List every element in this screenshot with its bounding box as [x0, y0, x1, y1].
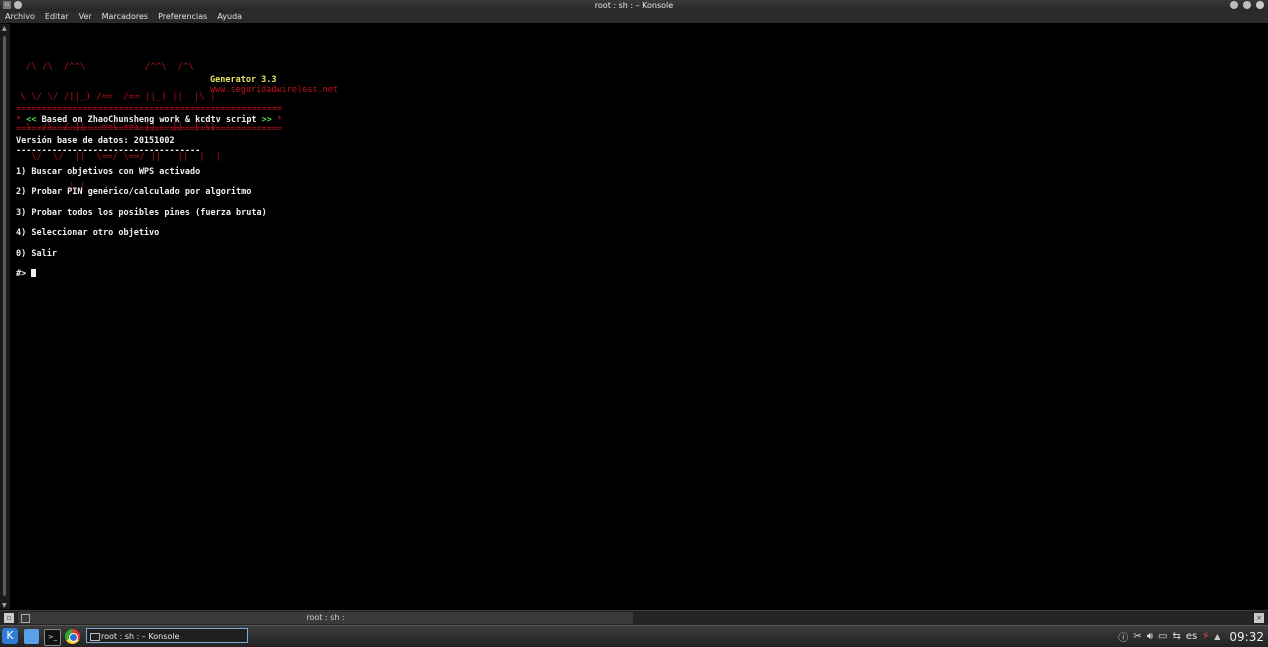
terminal-scrollbar[interactable]: ▲ ▼	[0, 24, 10, 609]
tab-root-sh[interactable]: root : sh :	[18, 612, 633, 624]
tab-bar: ▫ root : sh : ×	[0, 610, 1268, 625]
scroll-up-icon[interactable]: ▲	[2, 25, 8, 32]
task-label: root : sh : – Konsole	[101, 632, 180, 641]
terminal-launcher-icon[interactable]: >_	[44, 629, 61, 646]
file-manager-icon[interactable]	[24, 629, 39, 644]
accessibility-icon[interactable]: ⓘ	[1118, 629, 1128, 644]
close-tab-icon[interactable]: ×	[1254, 613, 1264, 623]
window-titlebar[interactable]: ▫ root : sh : – Konsole	[0, 0, 1268, 11]
battery-icon[interactable]: ⚡	[1202, 631, 1209, 642]
menu-ayuda[interactable]: Ayuda	[212, 11, 247, 23]
menu-preferencias[interactable]: Preferencias	[153, 11, 212, 23]
db-version: Versión base de datos: 20151002	[16, 136, 175, 146]
terminal-output[interactable]: /\ /\ /^^\ /^^\ /^\ \ \/ \/ /||_) /== /=…	[11, 24, 1259, 609]
network-icon[interactable]: ⇆	[1172, 631, 1180, 642]
menu-ver[interactable]: Ver	[74, 11, 97, 23]
keyboard-layout[interactable]: es	[1186, 631, 1197, 642]
chrome-icon[interactable]	[65, 629, 80, 644]
prompt: #>	[16, 269, 32, 279]
generator-version: Generator 3.3	[210, 75, 277, 85]
terminal-tab-icon	[21, 614, 30, 623]
text-cursor	[31, 269, 37, 277]
show-hidden-icons-icon[interactable]: ▲	[1214, 632, 1220, 641]
clock[interactable]: 09:32	[1229, 630, 1264, 644]
close-icon[interactable]	[1256, 1, 1264, 9]
taskbar-panel: K >_ root : sh : – Konsole ⓘ ✂ 🔊︎ ▭ ⇆ es…	[0, 625, 1268, 647]
website-url: www.seguridadwireless.net	[210, 85, 338, 95]
new-tab-icon[interactable]: ▫	[4, 613, 14, 623]
menu-bar: Archivo Editar Ver Marcadores Preferenci…	[0, 11, 1268, 23]
option-3: 3) Probar todos los posibles pines (fuer…	[16, 208, 267, 218]
menu-archivo[interactable]: Archivo	[0, 11, 40, 23]
option-4: 4) Seleccionar otro objetivo	[16, 228, 160, 238]
option-0: 0) Salir	[16, 249, 57, 259]
menu-editar[interactable]: Editar	[40, 11, 74, 23]
option-1: 1) Buscar objetivos con WPS activado	[16, 167, 201, 177]
kde-menu-icon[interactable]: K	[2, 628, 18, 644]
task-konsole[interactable]: root : sh : – Konsole	[86, 628, 248, 643]
prompt-line[interactable]: #>	[16, 269, 37, 279]
scroll-down-icon[interactable]: ▼	[2, 602, 8, 609]
konsole-task-icon	[90, 633, 100, 641]
separator-top: ========================================…	[16, 104, 283, 114]
separator-bottom: ========================================…	[16, 124, 283, 134]
volume-icon[interactable]: 🔊︎	[1147, 631, 1153, 642]
menu-marcadores[interactable]: Marcadores	[97, 11, 153, 23]
scrollbar-thumb[interactable]	[3, 36, 6, 596]
dashes-separator: ------------------------------------	[16, 146, 201, 156]
display-icon[interactable]: ▭	[1158, 631, 1167, 642]
option-2: 2) Probar PIN genérico/calculado por alg…	[16, 187, 252, 197]
minimize-icon[interactable]	[1230, 1, 1238, 9]
tab-label: root : sh :	[306, 613, 345, 622]
clipboard-scissors-icon[interactable]: ✂	[1133, 631, 1141, 642]
system-tray: ⓘ ✂ 🔊︎ ▭ ⇆ es ⚡ ▲ 09:32	[1118, 629, 1264, 645]
maximize-icon[interactable]	[1243, 1, 1251, 9]
window-title: root : sh : – Konsole	[594, 1, 674, 10]
